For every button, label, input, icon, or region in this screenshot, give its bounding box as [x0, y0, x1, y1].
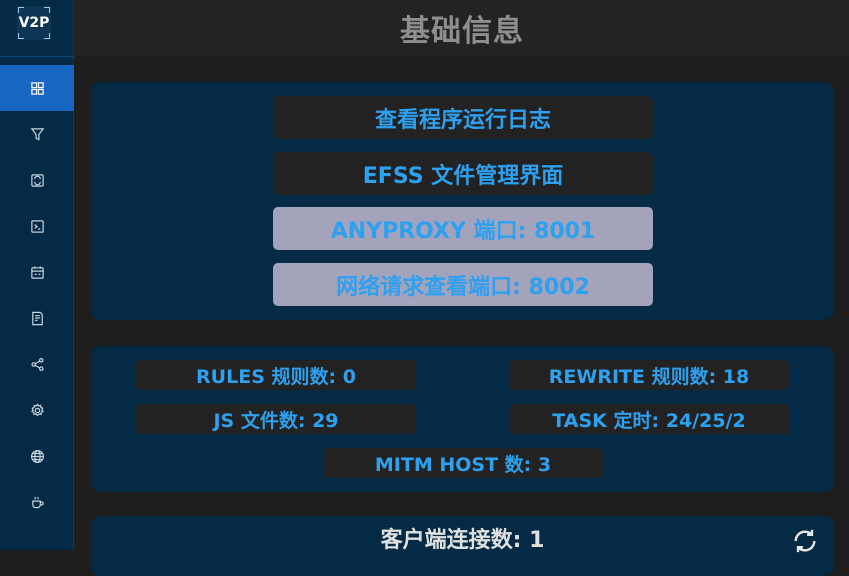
page-header: 基础信息 — [75, 0, 849, 56]
sidebar: V2P — [0, 0, 74, 550]
share-icon — [30, 357, 44, 371]
sidebar-item-rewrite[interactable] — [0, 157, 74, 203]
view-logs-button[interactable]: 查看程序运行日志 — [273, 96, 653, 139]
globe-icon — [30, 449, 44, 463]
sidebar-item-filter[interactable] — [0, 111, 74, 157]
refresh-icon — [794, 529, 816, 553]
rewrite-icon — [30, 173, 44, 187]
gear-icon — [30, 402, 44, 416]
js-count-button[interactable]: JS 文件数: 29 — [136, 404, 416, 434]
sidebar-item-document[interactable] — [0, 295, 74, 341]
dashboard-icon — [30, 81, 44, 95]
sidebar-item-terminal[interactable] — [0, 203, 74, 249]
rules-count-button[interactable]: RULES 规则数: 0 — [136, 360, 416, 390]
filter-icon — [30, 127, 44, 141]
logo-divider — [0, 56, 74, 57]
client-count-title: 客户端连接数: 1 — [380, 528, 545, 553]
sidebar-item-dashboard[interactable] — [0, 65, 74, 111]
anyproxy-port-button[interactable]: ANYPROXY 端口: 8001 — [273, 207, 653, 250]
sidebar-item-settings[interactable] — [0, 387, 74, 433]
document-icon — [31, 311, 43, 325]
efss-button[interactable]: EFSS 文件管理界面 — [273, 152, 653, 195]
network-port-button[interactable]: 网络请求查看端口: 8002 — [273, 263, 653, 306]
calendar-icon — [30, 265, 44, 279]
coffee-icon — [31, 496, 44, 508]
sidebar-item-calendar[interactable] — [0, 249, 74, 295]
app-logo[interactable]: V2P — [17, 6, 51, 40]
terminal-icon — [30, 219, 44, 233]
sidebar-item-share[interactable] — [0, 341, 74, 387]
refresh-button[interactable] — [791, 527, 819, 555]
mitm-count-button[interactable]: MITM HOST 数: 3 — [323, 448, 603, 478]
sidebar-item-coffee[interactable] — [0, 479, 74, 525]
task-count-button[interactable]: TASK 定时: 24/25/2 — [509, 404, 789, 434]
page-title: 基础信息 — [400, 14, 524, 49]
rewrite-count-button[interactable]: REWRITE 规则数: 18 — [509, 360, 789, 390]
sidebar-item-network[interactable] — [0, 433, 74, 479]
logo-text: V2P — [18, 15, 50, 31]
